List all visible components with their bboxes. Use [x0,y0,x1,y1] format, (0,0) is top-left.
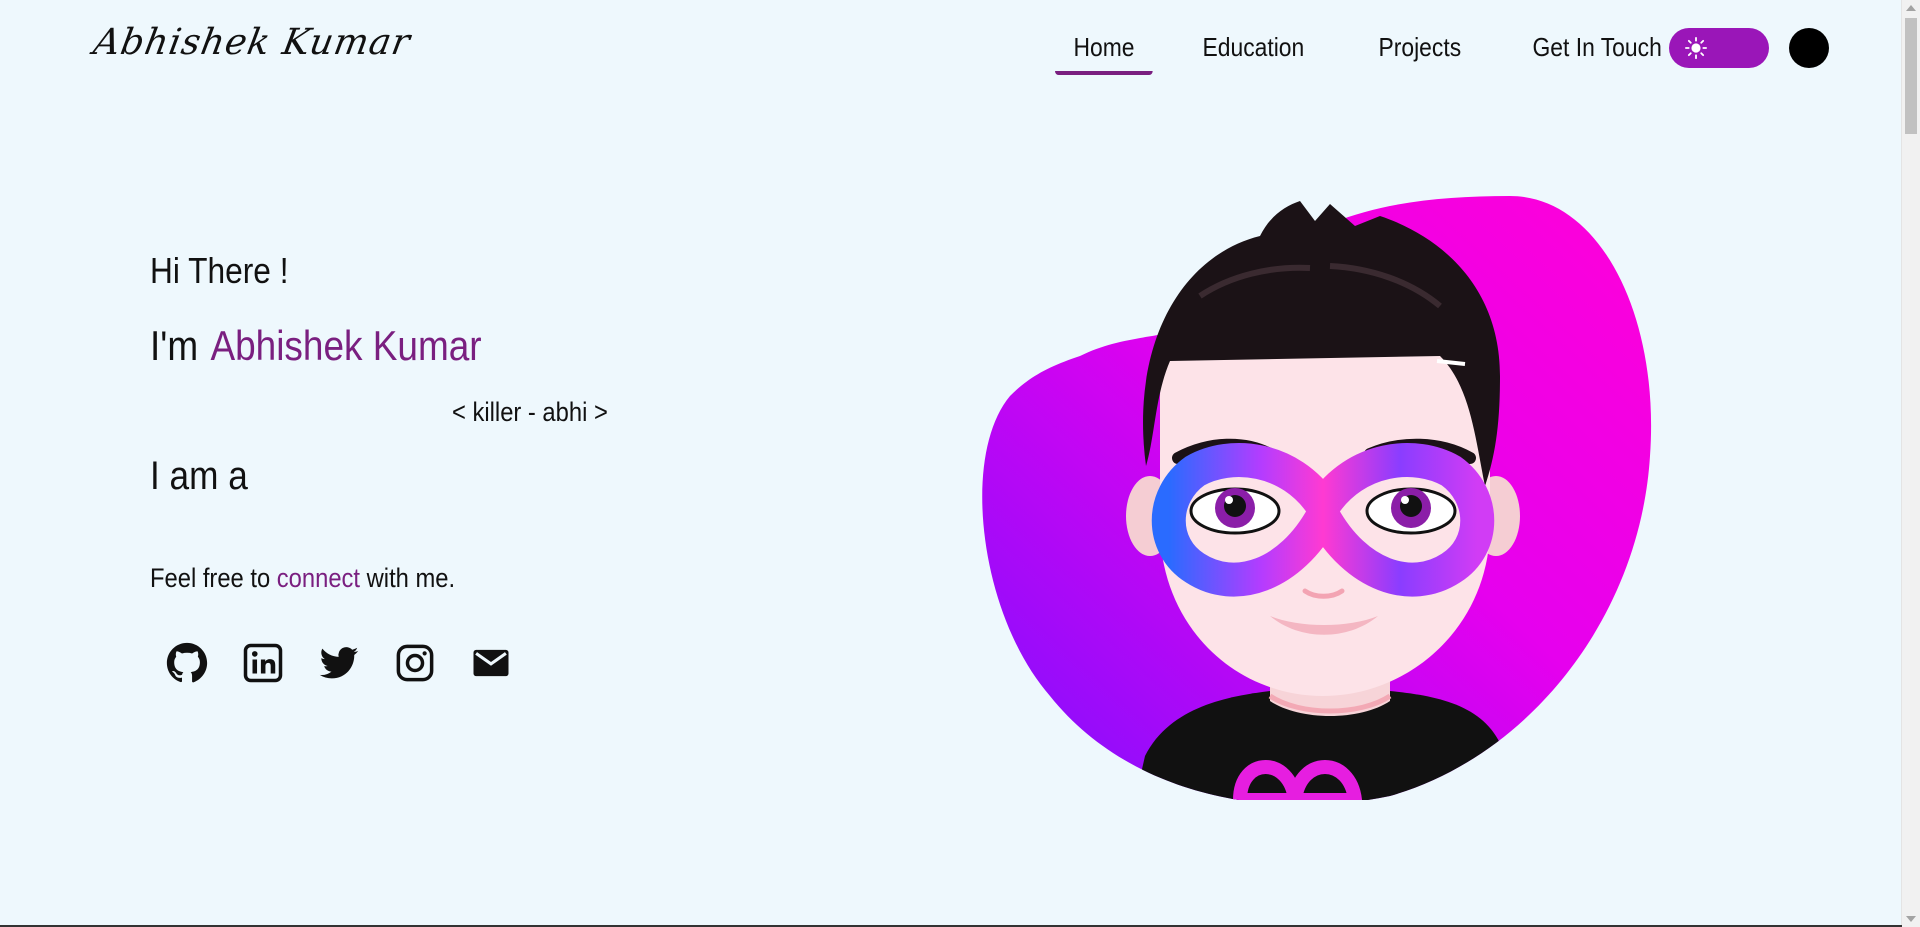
greeting-text: Hi There ! [150,250,289,291]
scroll-down-icon[interactable] [1906,916,1916,922]
nav-education[interactable]: Education [1184,28,1323,77]
mail-icon[interactable] [470,642,512,684]
main-nav: Home Education Projects Get In Touch [1055,28,1721,77]
intro-heading: I'm Abhishek Kumar [150,322,482,370]
connect-word: connect [276,563,361,593]
hero-name: Abhishek Kumar [210,322,482,369]
cursor-dot[interactable] [1789,28,1829,68]
nav-home[interactable]: Home [1055,28,1154,77]
nav-get-in-touch[interactable]: Get In Touch [1514,28,1680,77]
sun-icon [1685,37,1707,59]
connect-suffix: with me. [366,563,456,593]
github-icon[interactable] [166,642,208,684]
scroll-thumb[interactable] [1905,18,1917,134]
page-scrollbar[interactable] [1901,0,1920,927]
portfolio-page: Abhishek Kumar Home Education Projects G… [0,0,1920,927]
avatar-illustration [970,196,1660,806]
alias-text: < killer - abhi > [452,397,608,427]
instagram-icon[interactable] [394,642,436,684]
twitter-icon[interactable] [318,642,360,684]
nav-projects[interactable]: Projects [1360,28,1480,77]
avatar-svg [982,196,1652,806]
scroll-up-icon[interactable] [1906,5,1916,11]
connect-prefix: Feel free to [150,563,271,593]
connect-line: Feel free to connect with me. [150,563,455,594]
role-text: I am a [150,454,248,498]
social-links [166,642,512,684]
intro-prefix: I'm [150,322,199,369]
linkedin-icon[interactable] [242,642,284,684]
theme-toggle[interactable] [1669,28,1769,68]
site-logo[interactable]: Abhishek Kumar [90,22,413,63]
